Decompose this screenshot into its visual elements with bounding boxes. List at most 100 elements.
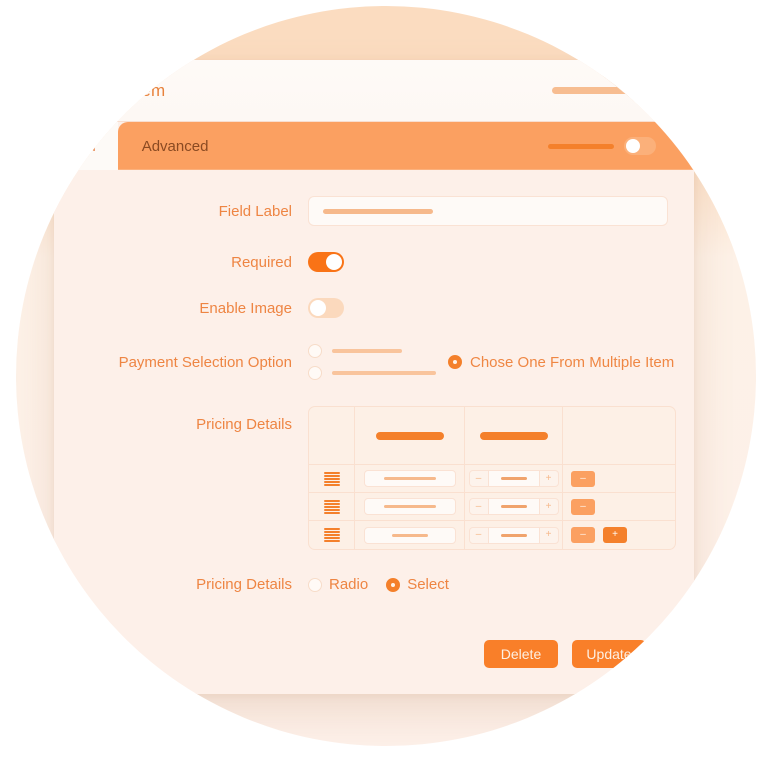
pricing-details-table-label: Pricing Details <box>196 416 292 433</box>
screenshot-stage: ment Item eneral Advanced Field Label Re… <box>0 0 768 772</box>
payment-option-selected[interactable]: Chose One From Multiple Item <box>448 354 674 371</box>
row-name-placeholder-bar <box>383 477 436 480</box>
tab-advanced[interactable]: Advanced <box>117 122 694 170</box>
table-cell-actions: – <box>563 465 675 492</box>
stepper-value-placeholder-bar <box>500 477 527 480</box>
table-cell-handle[interactable] <box>309 521 355 549</box>
update-button[interactable]: Update <box>572 640 646 668</box>
enable-image-toggle-knob <box>310 300 326 316</box>
field-label-field <box>308 196 670 226</box>
add-row-button[interactable]: + <box>603 527 627 543</box>
stepper-increment-button[interactable]: + <box>540 499 558 514</box>
remove-row-button[interactable]: – <box>571 498 595 515</box>
payment-selection-radio-row-1[interactable] <box>308 344 436 358</box>
pricing-mode-select-label: Select <box>407 576 449 593</box>
payment-selection-radio-row-2[interactable] <box>308 366 436 380</box>
table-cell-handle[interactable] <box>309 493 355 520</box>
card-titlebar: ment Item <box>54 60 694 122</box>
enable-image-label: Enable Image <box>199 299 292 317</box>
stepper-value[interactable] <box>487 499 540 514</box>
stepper-value[interactable] <box>487 527 540 543</box>
required-toggle[interactable] <box>308 252 344 272</box>
stepper-value-placeholder-bar <box>500 533 527 537</box>
table-cell-handle[interactable] <box>309 465 355 492</box>
pricing-details-table-field: – + – – + – – + – + <box>308 406 676 550</box>
field-label-placeholder-bar <box>323 208 433 214</box>
chevron-down-icon[interactable] <box>656 83 672 99</box>
table-cell-qty: – + <box>465 493 563 520</box>
stepper-value-placeholder-bar <box>500 505 527 508</box>
row-name-input[interactable] <box>363 498 456 515</box>
remove-row-button[interactable]: – <box>571 527 595 543</box>
table-header-cell-handle <box>309 407 355 464</box>
titlebar-actions <box>552 83 672 99</box>
table-cell-actions: – <box>563 493 675 520</box>
table-cell-actions: – + <box>563 521 675 549</box>
field-label-label: Field Label <box>218 202 292 220</box>
enable-image-toggle[interactable] <box>308 298 344 318</box>
tab-placeholder-bar <box>548 143 614 149</box>
required-toggle-knob <box>326 254 342 270</box>
table-header-cell-name <box>355 407 465 464</box>
row-enable-image: Enable Image <box>54 298 670 318</box>
row-name-input[interactable] <box>363 526 456 544</box>
payment-selection-option-label: Payment Selection Option <box>118 353 292 371</box>
quantity-stepper[interactable]: – + <box>468 526 559 544</box>
remove-row-button[interactable]: – <box>571 470 595 487</box>
pricing-mode-option-select[interactable]: Select <box>386 576 449 593</box>
table-header-cell-actions <box>563 407 675 464</box>
payment-option-placeholder-bar-1 <box>332 349 402 353</box>
payment-option-selected-label: Chose One From Multiple Item <box>470 353 675 371</box>
tab-strip: eneral Advanced <box>54 122 694 170</box>
drag-handle-icon[interactable] <box>323 528 340 542</box>
payment-selection-radio-group: Chose One From Multiple Item <box>308 344 674 380</box>
payment-selection-option-field: Chose One From Multiple Item <box>308 344 674 380</box>
stepper-decrement-button[interactable]: – <box>470 471 488 486</box>
pricing-mode-radio-radio[interactable] <box>308 577 322 592</box>
stepper-decrement-button[interactable]: – <box>470 528 488 543</box>
table-cell-qty: – + <box>465 465 563 492</box>
pricing-mode-radio-label: Radio <box>329 576 369 593</box>
stepper-increment-button[interactable]: + <box>540 471 558 486</box>
payment-item-card: ment Item eneral Advanced Field Label Re… <box>54 60 694 694</box>
table-header-row <box>309 407 675 465</box>
circular-mask: ment Item eneral Advanced Field Label Re… <box>16 6 756 746</box>
row-name-input[interactable] <box>363 470 456 487</box>
payment-option-placeholder-bar-2 <box>332 371 436 375</box>
drag-handle-icon[interactable] <box>323 499 340 514</box>
row-payment-selection-option: Payment Selection Option Chose One From … <box>54 344 674 380</box>
pricing-details-table: – + – – + – – + – + <box>308 406 676 550</box>
table-header-cell-qty <box>465 407 563 464</box>
payment-option-radio-selected[interactable] <box>448 355 462 369</box>
table-row: – + – + <box>309 521 675 549</box>
required-field <box>308 252 670 272</box>
pricing-details-mode-field: Radio Select <box>308 576 670 593</box>
stepper-increment-button[interactable]: + <box>540 528 558 543</box>
tab-toggle[interactable] <box>624 137 656 155</box>
pricing-mode-select-radio[interactable] <box>386 577 401 592</box>
required-label: Required <box>231 253 292 271</box>
payment-option-radio-1[interactable] <box>308 344 322 358</box>
stepper-value[interactable] <box>487 471 540 486</box>
pricing-mode-option-radio[interactable]: Radio <box>308 576 368 593</box>
field-label-input[interactable] <box>308 196 668 226</box>
delete-button[interactable]: Delete <box>484 640 558 668</box>
table-cell-name <box>355 493 465 520</box>
drag-handle-icon[interactable] <box>323 471 340 486</box>
row-pricing-details-table: Pricing Details – + – – + – – + – + <box>54 406 676 550</box>
quantity-stepper[interactable]: – + <box>468 470 559 487</box>
table-cell-name <box>355 521 465 549</box>
payment-option-radio-2[interactable] <box>308 366 322 380</box>
page-title: ment Item <box>88 80 166 100</box>
payment-selection-radio-stack <box>308 344 436 380</box>
row-name-placeholder-bar <box>383 505 436 508</box>
pricing-mode-radio-group: Radio Select <box>308 576 670 593</box>
row-pricing-details-mode: Pricing Details Radio Select <box>54 576 670 593</box>
row-name-placeholder-bar <box>391 533 428 537</box>
stepper-decrement-button[interactable]: – <box>470 499 488 514</box>
quantity-stepper[interactable]: – + <box>468 498 559 515</box>
tab-general[interactable]: eneral <box>54 122 118 170</box>
table-cell-qty: – + <box>465 521 563 549</box>
table-header-placeholder-bar-1 <box>375 431 444 440</box>
table-row: – + – <box>309 493 675 521</box>
